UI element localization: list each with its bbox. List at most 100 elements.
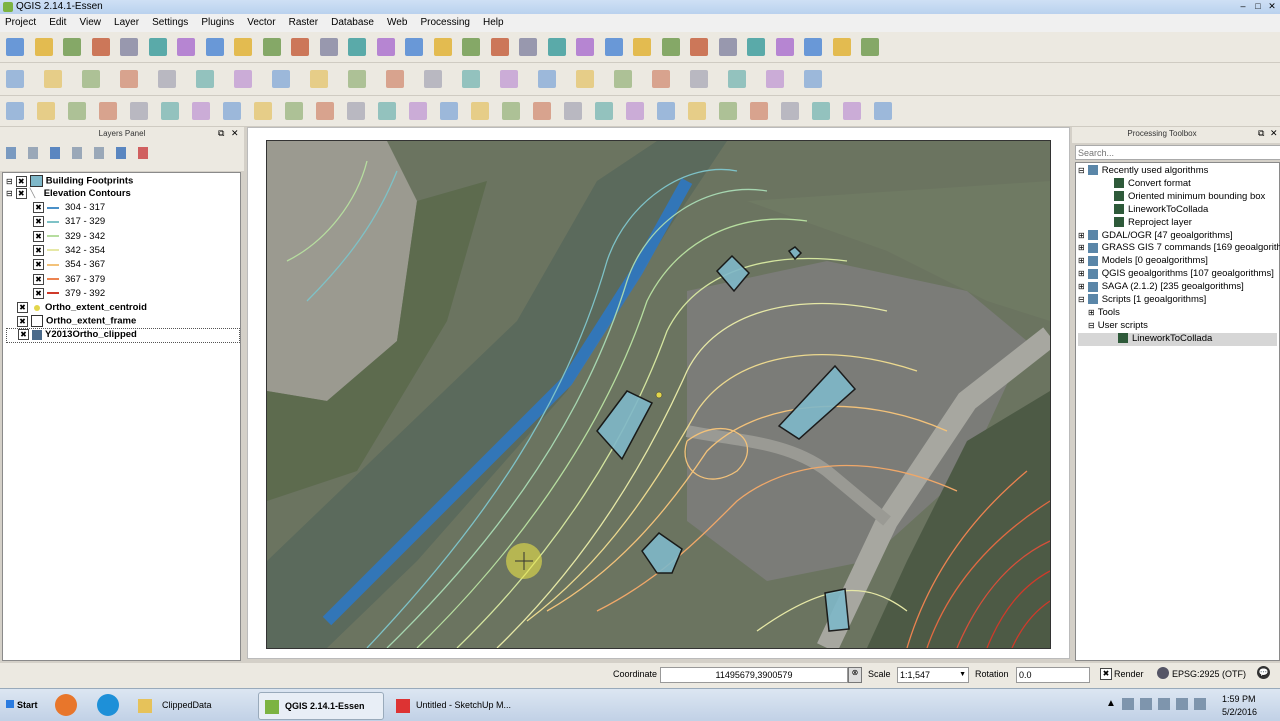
identify-icon[interactable]	[519, 38, 537, 56]
deselect-icon[interactable]	[604, 38, 623, 56]
menu-web[interactable]: Web	[382, 14, 412, 31]
save-as-icon[interactable]	[91, 38, 110, 56]
tray-icon-4[interactable]	[1176, 698, 1188, 710]
rotate-symbol-icon[interactable]	[378, 102, 396, 120]
add-mssql-icon[interactable]	[595, 102, 613, 120]
toolbox-item[interactable]: Convert format	[1078, 178, 1277, 191]
zoom-in-icon[interactable]	[262, 38, 281, 56]
offset-curve-icon[interactable]	[223, 102, 241, 120]
float-panel-icon[interactable]: ⧉	[218, 128, 224, 139]
toolbox-item[interactable]: ⊟ Scripts [1 geoalgorithms]	[1078, 294, 1277, 307]
node-tool-icon[interactable]	[652, 70, 670, 88]
close-panel-icon[interactable]: ✕	[231, 128, 239, 139]
move-feature-icon[interactable]	[120, 70, 138, 88]
float-panel-icon[interactable]: ⧉	[1258, 128, 1264, 139]
refresh-icon[interactable]	[490, 38, 509, 56]
layer-elevation-contours[interactable]: ⊟ ✖ ╲ Elevation Contours	[6, 188, 131, 201]
zoom-native-icon[interactable]	[319, 38, 338, 56]
change-label-icon[interactable]	[500, 70, 518, 88]
csw-icon[interactable]	[538, 70, 556, 88]
rotation-field[interactable]: 0.0	[1016, 667, 1090, 683]
contour-class-item[interactable]: ✖ 329 - 342	[33, 230, 105, 244]
internet-explorer-icon[interactable]	[97, 694, 119, 716]
paste-icon[interactable]	[272, 70, 290, 88]
menu-database[interactable]: Database	[326, 14, 379, 31]
add-wms-icon[interactable]	[657, 102, 675, 120]
tree-expander-icon[interactable]: ⊟	[1088, 321, 1095, 330]
undo-icon[interactable]	[409, 102, 427, 120]
merge-attributes-icon[interactable]	[347, 102, 365, 120]
tree-expander-icon[interactable]: ⊟	[1078, 166, 1085, 175]
manage-visibility-icon[interactable]	[28, 147, 38, 159]
processing-icon[interactable]	[804, 70, 822, 88]
help-icon[interactable]	[861, 38, 879, 56]
add-delimited-icon[interactable]	[750, 102, 768, 120]
add-group-icon[interactable]	[6, 147, 16, 159]
redo-icon[interactable]	[440, 102, 458, 120]
zoom-out-icon[interactable]	[291, 38, 309, 56]
clock-time[interactable]: 1:59 PM	[1222, 694, 1256, 704]
tree-expander-icon[interactable]: ⊞	[1078, 231, 1085, 240]
class-checkbox[interactable]: ✖	[33, 230, 44, 242]
move-label-icon[interactable]	[424, 70, 442, 88]
toolbox-item[interactable]: ⊟ Recently used algorithms	[1078, 165, 1277, 178]
bookmark-icon[interactable]	[775, 38, 794, 56]
task-clippeddata[interactable]: ClippedData	[132, 692, 252, 718]
tree-expander-icon[interactable]: ⊞	[1078, 243, 1085, 252]
rotate-point-icon[interactable]	[728, 70, 746, 88]
layer-checkbox[interactable]: ✖	[17, 302, 28, 313]
add-wcs-icon[interactable]	[688, 102, 706, 120]
zoom-to-selection-icon[interactable]	[405, 38, 423, 56]
pan-map-icon[interactable]	[177, 38, 195, 56]
toolbox-item[interactable]: ⊞ SAGA (2.1.2) [235 geoalgorithms]	[1078, 281, 1277, 294]
add-feature-icon[interactable]	[82, 70, 100, 88]
expand-all-icon[interactable]	[94, 147, 104, 159]
menu-vector[interactable]: Vector	[242, 14, 280, 31]
delete-part-icon[interactable]	[161, 102, 179, 120]
tree-expander-icon[interactable]: ⊞	[1078, 269, 1085, 278]
pan-to-selection-icon[interactable]	[234, 38, 252, 56]
toggle-extents-icon[interactable]: ⊗	[848, 667, 862, 683]
messages-icon[interactable]: 💬	[1257, 666, 1270, 679]
add-wfs-icon[interactable]	[719, 102, 737, 120]
layer-checkbox[interactable]: ✖	[17, 315, 28, 327]
zoom-full-icon[interactable]	[348, 38, 366, 56]
toolbox-item[interactable]: Reproject layer	[1078, 217, 1277, 230]
close-panel-icon[interactable]: ✕	[1270, 128, 1278, 139]
composer-manager-icon[interactable]	[148, 38, 167, 56]
crs-globe-icon[interactable]	[1157, 667, 1169, 679]
layer-building-footprints[interactable]: ⊟ ✖ Building Footprints	[6, 175, 133, 188]
fill-ring-icon[interactable]	[99, 102, 117, 120]
edit-pencil-icon[interactable]	[6, 70, 24, 88]
open-attribute-table-icon[interactable]	[633, 38, 651, 56]
add-part-icon[interactable]	[68, 102, 86, 120]
class-checkbox[interactable]: ✖	[33, 287, 44, 299]
map-canvas[interactable]	[266, 140, 1051, 649]
filter-legend-icon[interactable]	[50, 147, 60, 159]
contour-class-item[interactable]: ✖ 379 - 392	[33, 287, 105, 301]
digitize-wms-icon[interactable]	[874, 102, 892, 120]
toolbox-item[interactable]: ⊞ Tools	[1078, 307, 1277, 320]
contour-class-item[interactable]: ✖ 304 - 317	[33, 202, 105, 215]
menu-settings[interactable]: Settings	[147, 14, 193, 31]
python-icon[interactable]	[576, 70, 594, 88]
render-checkbox[interactable]: ✖	[1100, 668, 1112, 680]
layer-ortho-extent-centroid[interactable]: ✖ Ortho_extent_centroid	[6, 302, 147, 315]
grass-tool-icon[interactable]	[690, 70, 708, 88]
start-button[interactable]: Start	[2, 692, 46, 718]
tree-expander-icon[interactable]: ⊞	[1078, 256, 1085, 265]
new-bookmark-icon[interactable]	[804, 38, 822, 56]
label-icon[interactable]	[310, 70, 328, 88]
class-checkbox[interactable]: ✖	[33, 216, 44, 228]
digitize-icon[interactable]	[614, 70, 632, 88]
contour-class-item[interactable]: ✖ 317 - 329	[33, 216, 105, 229]
contour-class-item[interactable]: ✖ 342 - 354	[33, 244, 105, 258]
tree-expander-icon[interactable]: ⊞	[1088, 308, 1095, 317]
add-oracle-icon[interactable]	[626, 102, 644, 120]
menu-plugins[interactable]: Plugins	[196, 14, 239, 31]
clock-date[interactable]: 5/2/2016	[1222, 707, 1257, 717]
add-postgis-icon[interactable]	[533, 102, 551, 120]
map-tips-icon[interactable]	[747, 38, 765, 56]
volume-icon[interactable]	[1194, 698, 1206, 710]
minimize-button[interactable]: –	[1236, 1, 1250, 12]
